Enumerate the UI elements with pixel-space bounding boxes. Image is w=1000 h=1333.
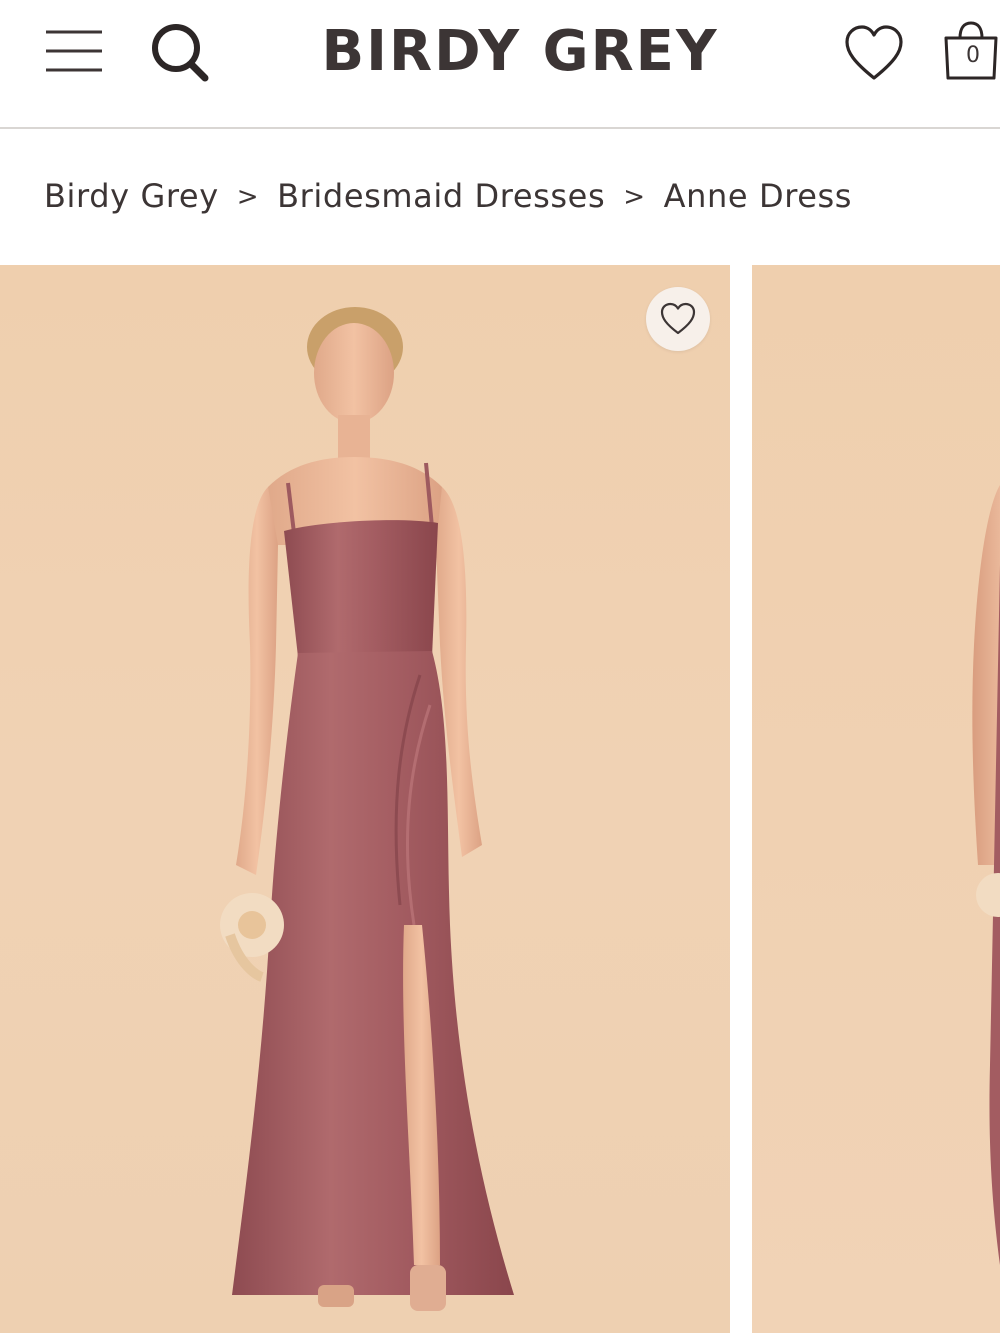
product-image-gallery[interactable] <box>0 265 1000 1333</box>
breadcrumb-category-link[interactable]: Bridesmaid Dresses <box>277 177 605 215</box>
product-image-main[interactable] <box>0 265 730 1333</box>
breadcrumb-separator: > <box>236 182 260 212</box>
menu-button[interactable] <box>42 26 106 76</box>
wishlist-button[interactable] <box>842 24 906 84</box>
product-page: BIRDY GREY 0 Birdy Grey > Bridesmaid Dress… <box>0 0 1000 1333</box>
product-image-next[interactable] <box>752 265 1000 1333</box>
site-header: BIRDY GREY 0 <box>0 0 1000 129</box>
heart-icon <box>845 25 903 80</box>
search-icon <box>152 24 209 82</box>
breadcrumb: Birdy Grey > Bridesmaid Dresses > Anne Dress <box>44 170 984 222</box>
cart-count-badge: 0 <box>966 43 980 68</box>
model-side-view-image <box>972 485 1000 1265</box>
heart-icon <box>660 302 696 335</box>
model-in-dress-image <box>220 307 514 1311</box>
site-logo[interactable]: BIRDY GREY <box>300 14 740 90</box>
breadcrumb-separator: > <box>623 182 646 212</box>
add-to-wishlist-button[interactable] <box>646 287 710 351</box>
breadcrumb-home-link[interactable]: Birdy Grey <box>44 177 219 215</box>
breadcrumb-current-page: Anne Dress <box>663 177 853 215</box>
search-button[interactable] <box>146 20 214 86</box>
hamburger-menu-icon <box>46 30 102 72</box>
